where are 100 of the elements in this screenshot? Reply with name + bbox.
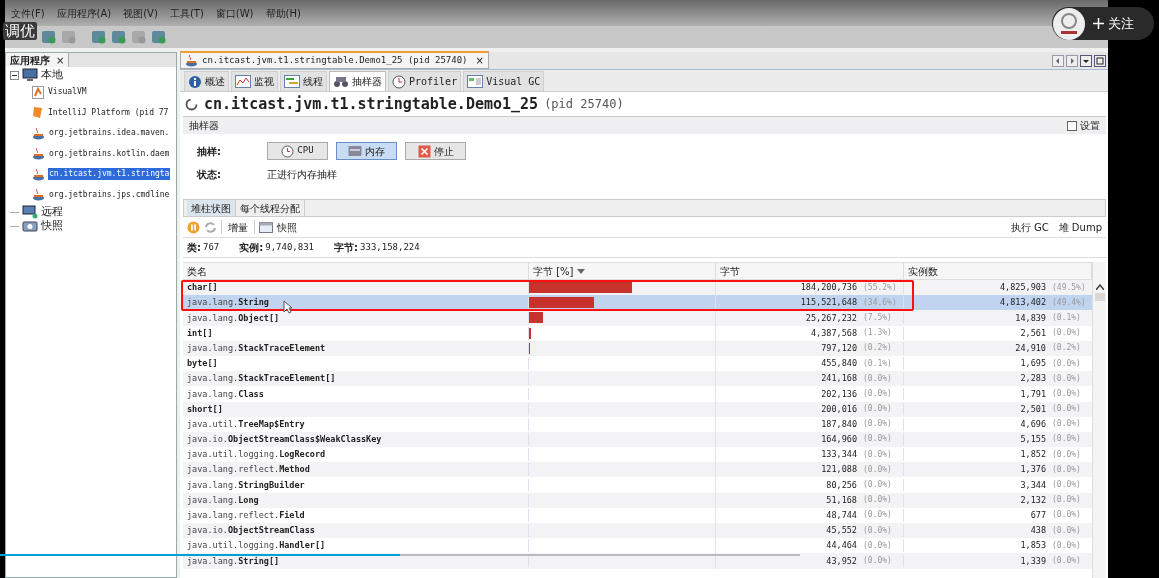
scroll-up-icon[interactable] xyxy=(1095,284,1104,290)
percent-cell-text: (0.0%) xyxy=(1052,524,1082,537)
tree-node[interactable]: org.jetbrains.idea.maven. xyxy=(48,127,171,140)
bytes-cell: 455,840 xyxy=(821,357,857,370)
toolbar-icon[interactable] xyxy=(41,29,57,45)
percent-cell-text: (0.0%) xyxy=(1052,387,1082,400)
tree-node[interactable]: cn.itcast.jvm.t1.stringta xyxy=(48,168,171,181)
tree-node[interactable]: 本地 xyxy=(41,66,63,84)
percent-cell-text: (0.0%) xyxy=(863,554,893,567)
view-tab[interactable]: Profiler xyxy=(388,71,462,91)
snapshot-button[interactable]: 快照 xyxy=(277,219,297,235)
class-name-cell: java.io.ObjectStreamClass xyxy=(183,524,529,537)
menu-item[interactable]: 窗口(W) xyxy=(215,6,254,21)
document-tab[interactable]: cn.itcast.jvm.t1.stringtable.Demo1_25 (pid 25740) × xyxy=(180,51,489,69)
view-tab[interactable]: 监视 xyxy=(231,71,278,91)
view-tab[interactable]: Visual GC xyxy=(463,71,545,91)
bytes-cell: 241,168 xyxy=(821,372,857,386)
bytes-cell: 48,744 xyxy=(826,509,857,522)
scroll-thumb[interactable] xyxy=(1094,293,1105,301)
close-icon[interactable]: × xyxy=(475,53,484,68)
percent-cell-text: (0.0%) xyxy=(863,418,893,431)
tree-node[interactable]: org.jetbrains.jps.cmdline xyxy=(48,188,171,201)
view-tab[interactable]: 概述 xyxy=(184,71,229,91)
menu-item[interactable]: 应用程序(A) xyxy=(56,6,112,21)
page-title: cn.itcast.jvm.t1.stringtable.Demo1_25 xyxy=(204,93,539,115)
bytes-cell: 51,168 xyxy=(826,493,857,507)
view-tab[interactable]: 抽样器 xyxy=(329,71,386,91)
dropdown-icon[interactable] xyxy=(1080,55,1092,67)
result-tab[interactable]: 每个线程分配 xyxy=(236,200,305,216)
percent-cell-text: (0.0%) xyxy=(863,433,893,446)
percent-cell-text: (0.0%) xyxy=(1052,554,1082,567)
menu-item[interactable]: 文件(F) xyxy=(11,6,45,21)
gc-button[interactable]: 执行 GC xyxy=(1010,219,1049,235)
sidebar-tab[interactable]: 应用程序 × xyxy=(6,53,70,67)
sampling-button[interactable]: CPU xyxy=(267,142,328,160)
bytes-cell: 80,256 xyxy=(826,478,857,492)
view-tab[interactable]: 线程 xyxy=(280,71,327,91)
tree-node[interactable]: VisualVM xyxy=(47,86,88,99)
sampling-button[interactable]: 停止 xyxy=(405,142,466,160)
result-tab[interactable]: 堆柱状图 xyxy=(187,200,236,216)
instances-cell: 24,910 xyxy=(1015,341,1046,355)
tree-line[interactable] xyxy=(10,225,19,227)
column-header[interactable]: 类名 xyxy=(183,263,529,279)
instances-cell: 2,283 xyxy=(1020,372,1046,386)
collapse-icon[interactable] xyxy=(10,70,19,80)
class-name-cell: java.util.logging.Handler[] xyxy=(183,539,529,553)
stat-value: 767 xyxy=(203,240,220,254)
pause-icon[interactable] xyxy=(187,220,200,234)
maximize-icon[interactable] xyxy=(1094,55,1106,67)
instances-cell: 1,339 xyxy=(1020,554,1046,568)
percent-cell-text: (0.0%) xyxy=(863,372,893,385)
percent-cell-text: (55.2%) xyxy=(863,281,898,294)
memory-icon xyxy=(348,145,362,157)
settings-checkbox[interactable]: 设置 xyxy=(1067,118,1100,133)
scroll-left-icon[interactable] xyxy=(1052,55,1064,67)
column-header[interactable]: 字节 xyxy=(716,263,904,279)
toolbar-icon[interactable] xyxy=(151,29,167,45)
instances-cell: 4,696 xyxy=(1020,417,1046,431)
delta-button[interactable]: 增量 xyxy=(226,219,250,235)
bytes-cell: 164,960 xyxy=(821,433,857,446)
scrollbar[interactable] xyxy=(1092,262,1106,578)
snapshot-icon[interactable] xyxy=(259,220,273,234)
instances-cell: 1,853 xyxy=(1020,539,1046,553)
status-label: 状态: xyxy=(197,168,222,182)
heap-dump-button[interactable]: 堆 Dump xyxy=(1058,219,1102,235)
tree-node[interactable]: org.jetbrains.kotlin.daem xyxy=(48,147,171,160)
refresh-icon[interactable] xyxy=(204,220,217,234)
percent-cell-text: (0.0%) xyxy=(1052,463,1082,476)
percent-cell-text: (0.0%) xyxy=(863,539,893,552)
table-row[interactable]: java.lang.reflect.Method 121,088 (0.0%) 1,376 (0.0%) xyxy=(183,462,1092,478)
toolbar-icon[interactable] xyxy=(91,29,107,45)
menu-item[interactable]: 视图(V) xyxy=(123,6,158,21)
percent-cell-text: (0.0%) xyxy=(863,479,893,492)
table-row[interactable]: java.lang.String[] 43,952 (0.0%) 1,339 (0.0%) xyxy=(183,553,1092,569)
info-icon xyxy=(188,74,202,89)
tree-node[interactable]: IntelliJ Platform (pid 77 xyxy=(47,106,170,119)
pid-label: (pid 25740) xyxy=(544,96,624,113)
menu-item[interactable]: 帮助(H) xyxy=(265,6,301,21)
follow-button[interactable]: 关注 xyxy=(1052,7,1154,40)
table-row[interactable]: java.io.ObjectStreamClass 45,552 (0.0%) 438 (0.0%) xyxy=(183,523,1092,539)
table-row[interactable]: java.lang.StackTraceElement[] 241,168 (0.0%) 2,283 (0.0%) xyxy=(183,371,1092,387)
class-name-cell: java.lang.StackTraceElement[] xyxy=(183,372,529,386)
column-header[interactable]: 字节 [%] xyxy=(529,263,716,279)
percent-cell-text: (49.4%) xyxy=(1052,296,1087,309)
toolbar-icon[interactable] xyxy=(111,29,127,45)
bytes-cell: 25,267,232 xyxy=(805,311,857,325)
bytes-cell: 184,200,736 xyxy=(800,281,857,294)
chart-icon xyxy=(235,75,251,88)
percent-cell-text: (0.0%) xyxy=(863,403,893,416)
percent-cell-text: (0.2%) xyxy=(863,342,893,355)
tree-line[interactable] xyxy=(10,211,19,213)
instances-cell: 2,132 xyxy=(1020,493,1046,507)
scroll-right-icon[interactable] xyxy=(1066,55,1078,67)
percent-cell-text: (0.0%) xyxy=(1052,509,1082,522)
percent-cell-text: (0.0%) xyxy=(1052,433,1082,446)
close-icon[interactable]: × xyxy=(56,52,65,68)
sampling-button[interactable]: 内存 xyxy=(336,142,397,160)
percent-cell-text: (0.0%) xyxy=(1052,327,1082,340)
menu-item[interactable]: 工具(T) xyxy=(169,6,204,21)
coffee-cup-icon xyxy=(185,54,198,67)
